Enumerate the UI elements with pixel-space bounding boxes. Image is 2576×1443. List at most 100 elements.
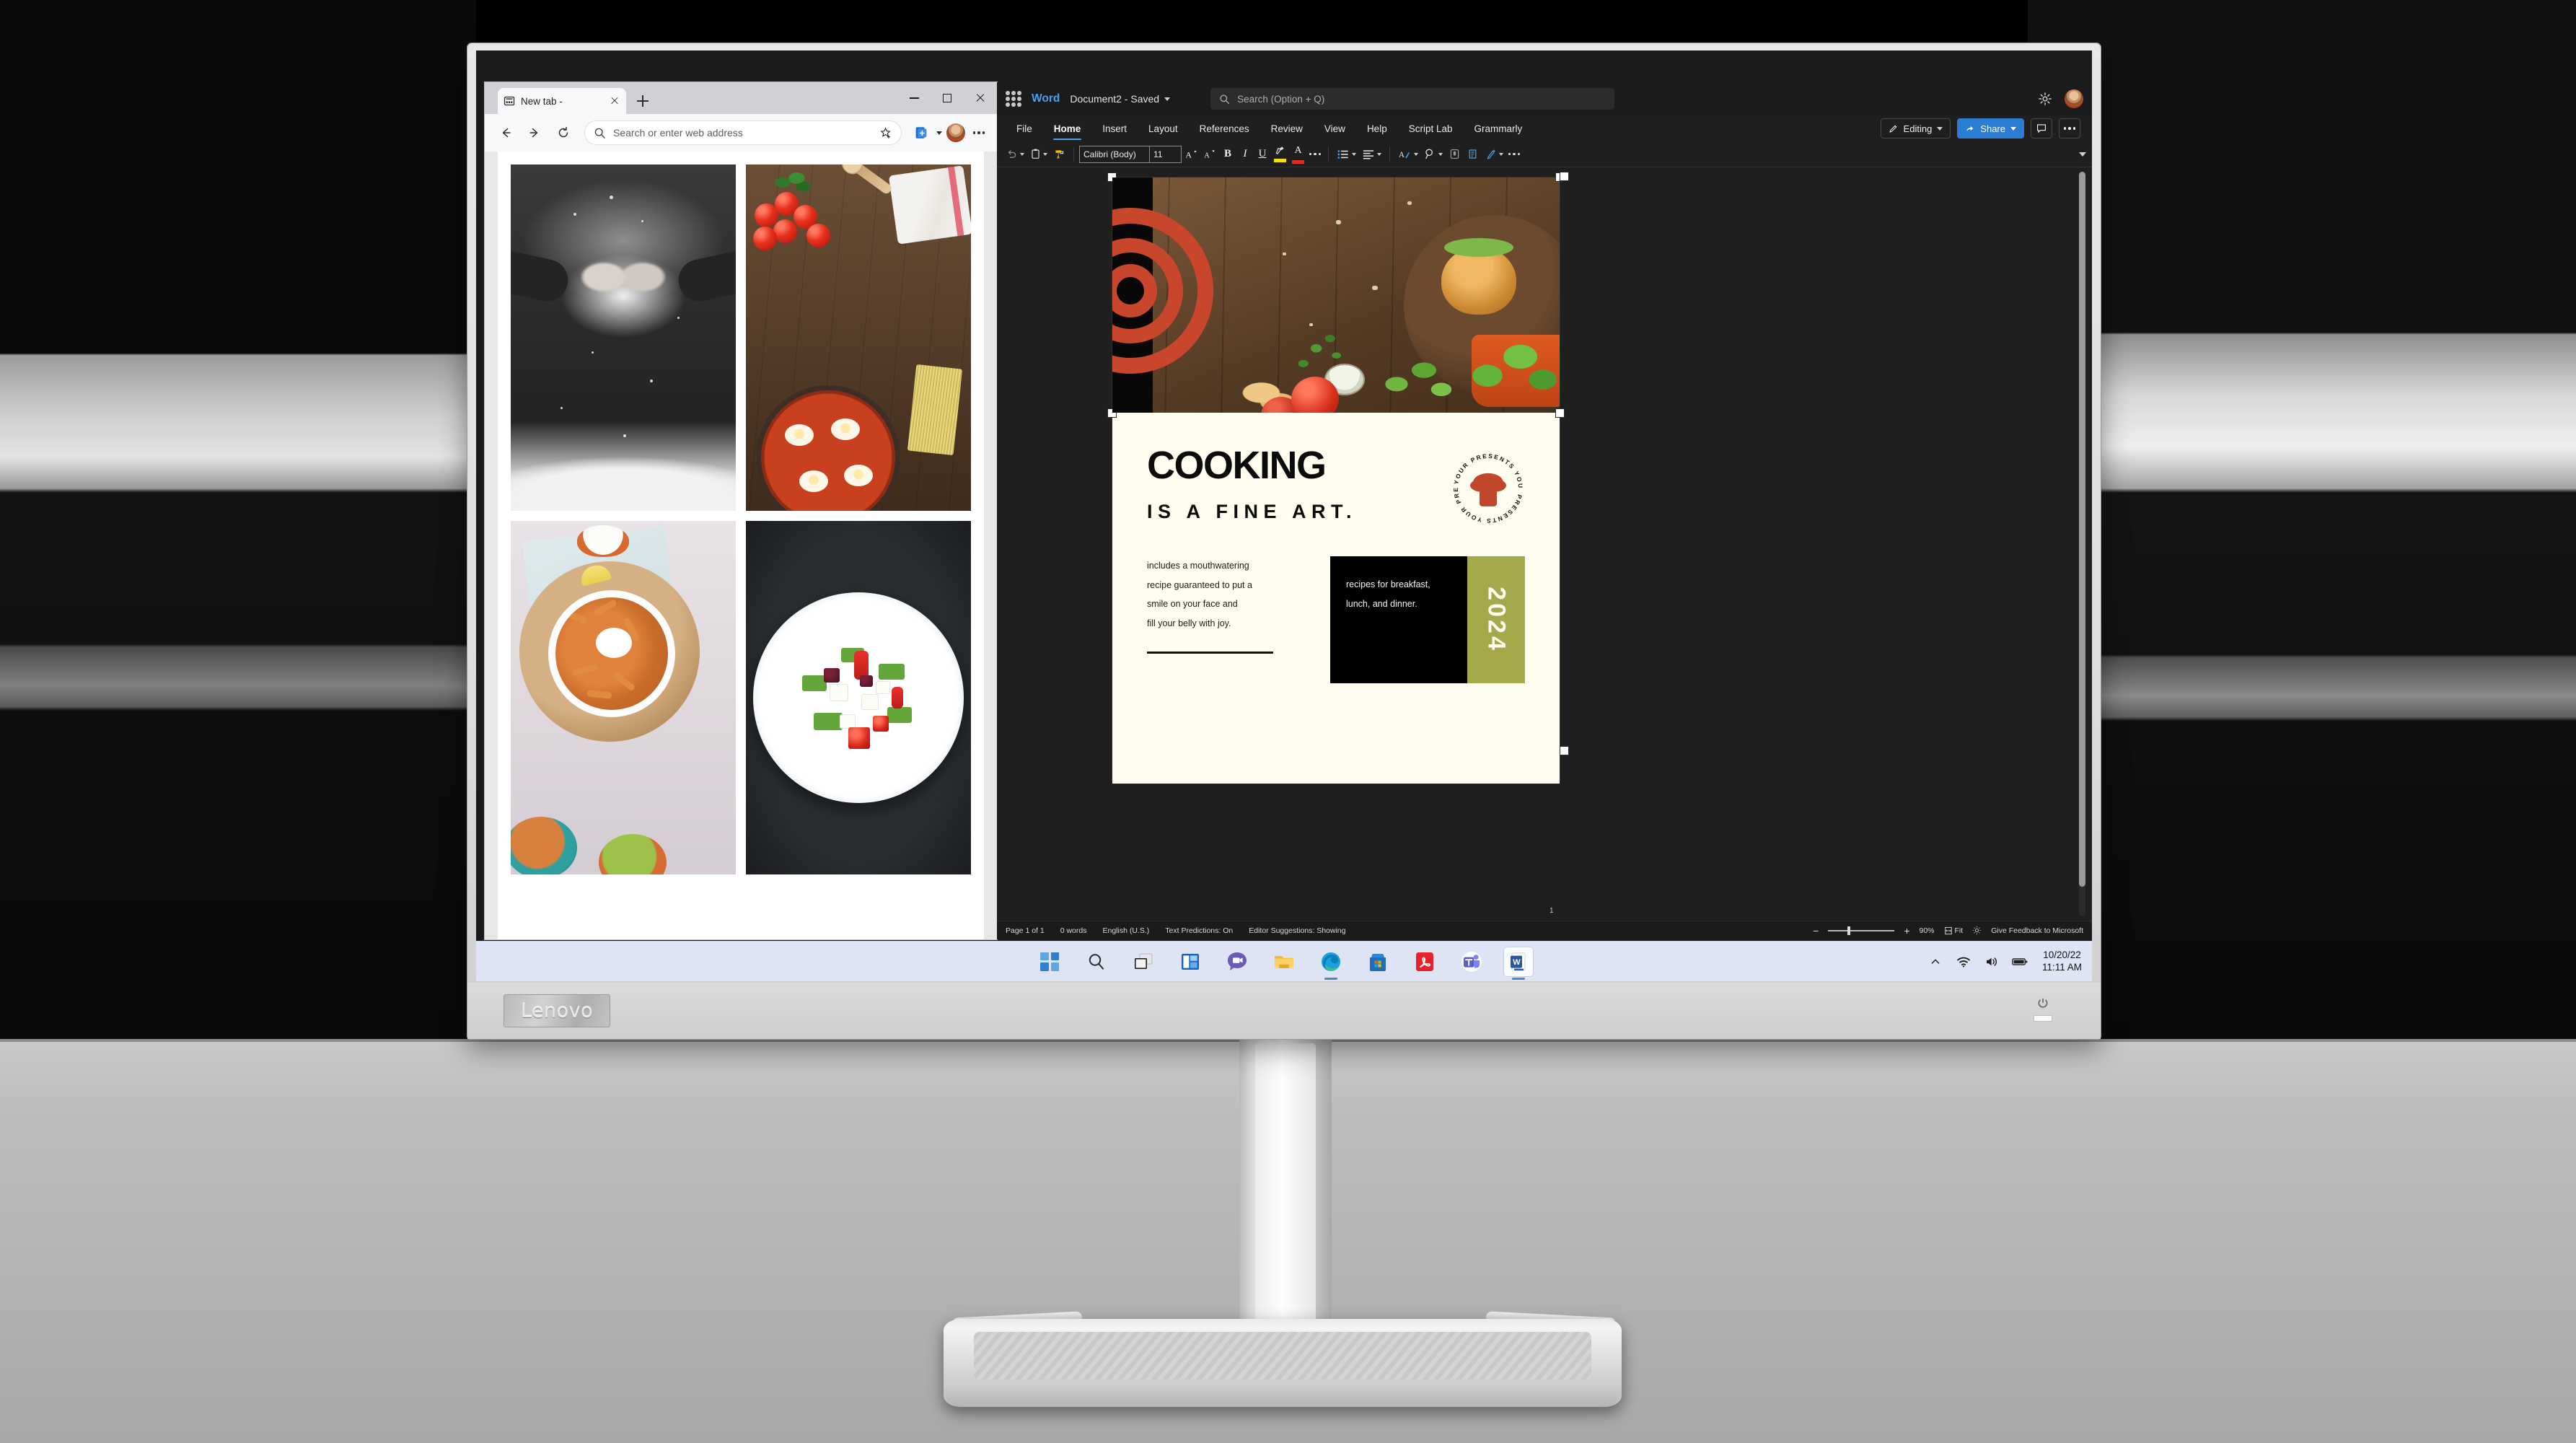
- text-highlight-button[interactable]: [1271, 144, 1289, 165]
- status-word-count[interactable]: 0 words: [1060, 926, 1087, 935]
- status-editor-suggestions[interactable]: Editor Suggestions: Showing: [1249, 926, 1345, 935]
- editing-mode-button[interactable]: Editing: [1880, 118, 1951, 139]
- tab-layout[interactable]: Layout: [1138, 115, 1189, 141]
- image-tomatoes-eggs-skillet[interactable]: [746, 165, 971, 511]
- dictate-button[interactable]: [1446, 144, 1464, 165]
- font-name-select[interactable]: Calibri (Body): [1080, 146, 1149, 162]
- status-language[interactable]: English (U.S.): [1102, 926, 1149, 935]
- share-button[interactable]: Share: [1957, 118, 2024, 139]
- font-color-button[interactable]: A: [1289, 144, 1307, 165]
- fit-width-button[interactable]: Fit: [1944, 926, 1963, 935]
- avatar[interactable]: [2065, 89, 2083, 108]
- reload-button[interactable]: [551, 120, 576, 145]
- maximize-button[interactable]: [931, 82, 964, 114]
- selection-handle-top-right[interactable]: [1560, 172, 1569, 181]
- paste-button[interactable]: [1027, 144, 1050, 165]
- chevron-down-icon[interactable]: [936, 131, 942, 135]
- status-text-predictions[interactable]: Text Predictions: On: [1165, 926, 1233, 935]
- start-button[interactable]: [1037, 949, 1062, 974]
- word-button[interactable]: W: [1503, 946, 1534, 977]
- image-greek-salad-white-plate[interactable]: [746, 521, 971, 874]
- grow-font-button[interactable]: A: [1182, 144, 1200, 165]
- ribbon-expand-icon[interactable]: [2079, 152, 2086, 157]
- comments-button[interactable]: [2031, 118, 2052, 139]
- bold-button[interactable]: B: [1219, 144, 1236, 165]
- close-icon[interactable]: [609, 95, 620, 107]
- gear-icon[interactable]: [2037, 91, 2053, 107]
- store-button[interactable]: [1366, 949, 1390, 974]
- toolbar-overflow-button[interactable]: [1506, 145, 1522, 164]
- format-painter-button[interactable]: [1050, 144, 1068, 165]
- chevron-down-icon[interactable]: [1414, 152, 1418, 156]
- collections-button[interactable]: [910, 122, 932, 144]
- underline-button[interactable]: U: [1254, 144, 1271, 165]
- task-view-button[interactable]: [1131, 949, 1156, 974]
- selection-handle[interactable]: [1555, 408, 1565, 418]
- back-button[interactable]: [493, 120, 518, 145]
- chevron-down-icon[interactable]: [1499, 152, 1503, 156]
- wifi-button[interactable]: [1956, 954, 1971, 970]
- chevron-down-icon[interactable]: [1438, 152, 1443, 156]
- minimize-button[interactable]: [897, 82, 931, 114]
- image-hands-kneading-flour-bw[interactable]: [511, 165, 736, 511]
- chevron-down-icon[interactable]: [1352, 152, 1356, 156]
- word-more-button[interactable]: [2059, 118, 2080, 139]
- app-launcher-icon[interactable]: [1006, 91, 1021, 107]
- search-button[interactable]: [1084, 949, 1109, 974]
- bullet-list-button[interactable]: [1334, 144, 1359, 165]
- tab-file[interactable]: File: [1006, 115, 1043, 141]
- star-plus-icon[interactable]: [880, 126, 892, 139]
- font-size-select[interactable]: 11: [1149, 146, 1181, 162]
- tab-help[interactable]: Help: [1356, 115, 1398, 141]
- address-bar[interactable]: Search or enter web address: [584, 120, 902, 145]
- tab-insert[interactable]: Insert: [1091, 115, 1138, 141]
- undo-button[interactable]: [1003, 144, 1027, 165]
- selection-handle-bottom-right[interactable]: [1560, 746, 1569, 755]
- close-button[interactable]: [964, 82, 997, 114]
- file-explorer-button[interactable]: [1272, 949, 1296, 974]
- tab-references[interactable]: References: [1189, 115, 1260, 141]
- edge-button[interactable]: [1319, 949, 1343, 974]
- tab-script-lab[interactable]: Script Lab: [1398, 115, 1464, 141]
- zoom-out-button[interactable]: −: [1813, 925, 1819, 937]
- chevron-down-icon[interactable]: [1164, 97, 1171, 101]
- editor-button[interactable]: [1464, 144, 1482, 165]
- feedback-link[interactable]: Give Feedback to Microsoft: [1991, 926, 2083, 935]
- tab-home[interactable]: Home: [1043, 115, 1092, 141]
- taskbar-clock[interactable]: 10/20/22 11:11 AM: [2042, 949, 2082, 974]
- monitor-power-area[interactable]: [2014, 987, 2072, 1030]
- chevron-down-icon[interactable]: [1020, 152, 1024, 156]
- tray-overflow-button[interactable]: [1927, 954, 1943, 970]
- browser-tab[interactable]: New tab -: [498, 88, 626, 114]
- focus-mode-icon[interactable]: [1972, 926, 1982, 935]
- zoom-slider[interactable]: [1828, 926, 1895, 935]
- document-scrollbar[interactable]: [2079, 172, 2085, 916]
- poster-banner-image[interactable]: [1112, 177, 1560, 413]
- image-sweet-potato-fries-bowl[interactable]: [511, 521, 736, 874]
- document-page[interactable]: COOKING IS A FINE ART. YOUR PRESENTS YOU…: [1107, 172, 1565, 784]
- browser-more-button[interactable]: [970, 123, 988, 142]
- styles-button[interactable]: A: [1395, 144, 1421, 165]
- widgets-button[interactable]: [1178, 949, 1203, 974]
- new-tab-button[interactable]: [633, 92, 652, 110]
- tab-grammarly[interactable]: Grammarly: [1464, 115, 1534, 141]
- font-more-button[interactable]: [1307, 145, 1323, 164]
- shrink-font-button[interactable]: A: [1200, 144, 1219, 165]
- chevron-down-icon[interactable]: [1377, 152, 1381, 156]
- find-button[interactable]: [1421, 144, 1446, 165]
- chevron-down-icon[interactable]: [1043, 152, 1047, 156]
- acrobat-button[interactable]: [1412, 949, 1437, 974]
- align-button[interactable]: [1359, 144, 1384, 165]
- search-input[interactable]: Search (Option + Q): [1210, 88, 1615, 110]
- te! teams-button[interactable]: [1459, 949, 1484, 974]
- document-title[interactable]: Document2 - Saved: [1070, 93, 1171, 105]
- designer-button[interactable]: [1482, 144, 1506, 165]
- tab-review[interactable]: Review: [1260, 115, 1314, 141]
- power-icon[interactable]: [2036, 996, 2050, 1011]
- battery-button[interactable]: [2012, 954, 2028, 970]
- zoom-in-button[interactable]: +: [1904, 925, 1909, 937]
- italic-button[interactable]: I: [1236, 144, 1254, 165]
- avatar[interactable]: [946, 123, 965, 142]
- forward-button[interactable]: [522, 120, 547, 145]
- chat-button[interactable]: [1225, 949, 1249, 974]
